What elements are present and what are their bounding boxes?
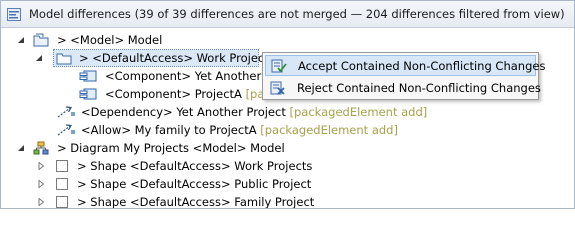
viewer-header: Model differences (39 of 39 differences … xyxy=(1,1,574,28)
header-title: Model differences xyxy=(29,7,131,21)
tree-row-allow[interactable]: <Allow> My family to ProjectA [packagedE… xyxy=(1,121,574,139)
tree-row-shape-public-project[interactable]: > Shape <DefaultAccess> Public Project xyxy=(1,175,574,193)
component-icon xyxy=(79,87,97,101)
reject-changes-icon xyxy=(270,81,286,95)
tree-row-component-yet-another[interactable]: <Component> Yet Another Pr xyxy=(1,67,276,85)
diagram-icon xyxy=(33,141,49,155)
shape-icon xyxy=(55,159,71,173)
expanded-arrow-icon[interactable] xyxy=(35,54,43,62)
component-icon xyxy=(79,69,97,83)
menu-item-accept-non-conflicting[interactable]: Accept Contained Non-Conflicting Changes xyxy=(265,55,545,76)
tree-row-shape-work-projects[interactable]: > Shape <DefaultAccess> Work Projects xyxy=(1,157,574,175)
differences-icon xyxy=(7,8,21,21)
tree-row-label: > Shape <DefaultAccess> Family Project xyxy=(77,195,315,209)
header-title-line: Model differences (39 of 39 differences … xyxy=(29,7,565,21)
shape-icon xyxy=(55,177,71,191)
collapsed-arrow-icon[interactable] xyxy=(37,198,45,206)
tree-row-shape-family-project[interactable]: > Shape <DefaultAccess> Family Project xyxy=(1,193,574,209)
tree-row-label: <Component> Yet Another Pr xyxy=(105,69,277,83)
tree-row-label: <Allow> My family to ProjectA [packagedE… xyxy=(81,123,398,137)
menu-item-label: Reject Contained Non-Conflicting Changes xyxy=(297,81,541,95)
tree-row-component-projecta[interactable]: <Component> ProjectA [pac xyxy=(1,85,271,103)
shape-icon xyxy=(55,195,71,208)
tree-row-model[interactable]: > <Model> Model xyxy=(1,31,574,49)
change-kind-hint: [packagedElement add] xyxy=(289,105,428,119)
access-dependency-icon xyxy=(56,123,75,137)
tree-row-label: > <Model> Model xyxy=(57,33,163,47)
tree-row-work-projects[interactable]: > <DefaultAccess> Work Projects xyxy=(1,49,275,67)
collapsed-arrow-icon[interactable] xyxy=(37,162,45,170)
model-differences-viewer: Model differences (39 of 39 differences … xyxy=(0,0,575,209)
tree-row-diagram[interactable]: > Diagram My Projects <Model> Model xyxy=(1,139,574,157)
menu-item-label: Accept Contained Non-Conflicting Changes xyxy=(298,59,546,73)
accept-changes-icon xyxy=(271,59,287,73)
change-kind-hint: [packagedElement add] xyxy=(260,123,398,137)
header-status: (39 of 39 differences are not merged — 2… xyxy=(134,7,565,21)
model-package-icon xyxy=(33,33,49,47)
tree-row-label: <Dependency> Yet Another Project [packag… xyxy=(81,105,428,119)
dependency-icon xyxy=(56,105,75,119)
context-menu: Accept Contained Non-Conflicting Changes… xyxy=(262,52,545,100)
package-icon xyxy=(56,51,72,65)
expanded-arrow-icon[interactable] xyxy=(17,144,25,152)
collapsed-arrow-icon[interactable] xyxy=(37,180,45,188)
tree-row-label: > Shape <DefaultAccess> Work Projects xyxy=(77,159,313,173)
tree-row-label: <Component> ProjectA [pac xyxy=(105,87,271,101)
tree-row-label: > Diagram My Projects <Model> Model xyxy=(57,141,285,155)
tree-row-label: > Shape <DefaultAccess> Public Project xyxy=(77,177,312,191)
menu-item-reject-non-conflicting[interactable]: Reject Contained Non-Conflicting Changes xyxy=(265,78,541,99)
expanded-arrow-icon[interactable] xyxy=(17,36,25,44)
tree-row-label: > <DefaultAccess> Work Projects xyxy=(79,51,275,65)
tree-row-dependency[interactable]: <Dependency> Yet Another Project [packag… xyxy=(1,103,574,121)
